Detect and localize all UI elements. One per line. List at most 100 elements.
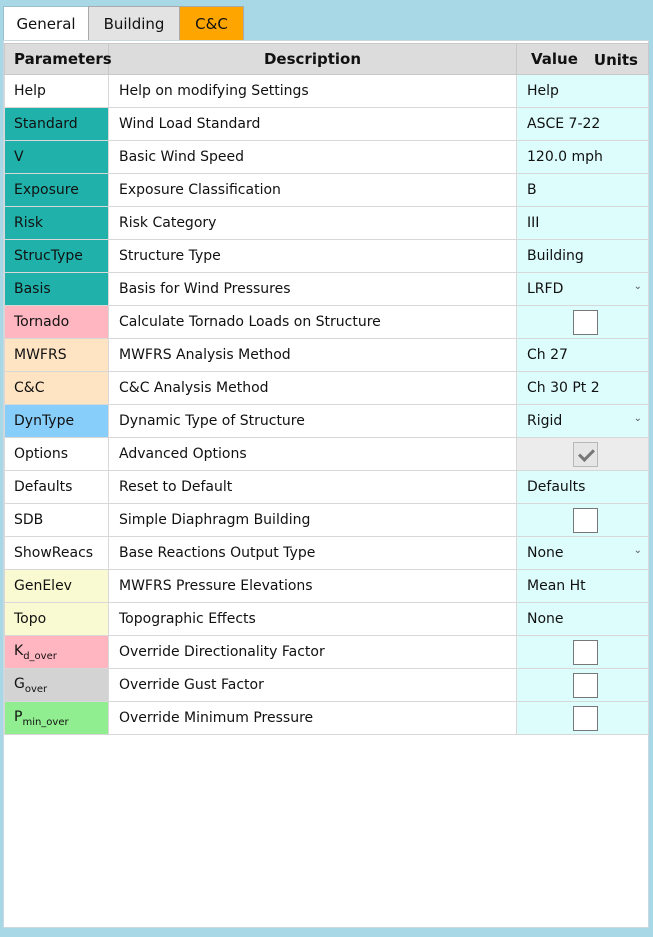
description-cell: Advanced Options [108, 437, 517, 471]
dyntype-value: Rigid [527, 413, 563, 429]
description-cell: Reset to Default [108, 470, 517, 504]
param-cell: C&C [4, 371, 109, 405]
row-defaults: Defaults Reset to Default Defaults [4, 470, 649, 504]
description-cell: Calculate Tornado Loads on Structure [108, 305, 517, 339]
risk-value[interactable]: III [516, 206, 649, 240]
topo-value[interactable]: None [516, 602, 649, 636]
description-cell: Base Reactions Output Type [108, 536, 517, 570]
kd-over-checkbox[interactable] [573, 639, 598, 665]
row-kd-over: Kd_over Override Directionality Factor [4, 635, 649, 669]
description-cell: Exposure Classification [108, 173, 517, 207]
row-mwfrs: MWFRS MWFRS Analysis Method Ch 27 [4, 338, 649, 372]
row-risk: Risk Risk Category III [4, 206, 649, 240]
row-exposure: Exposure Exposure Classification B [4, 173, 649, 207]
row-help: Help Help on modifying Settings Help [4, 74, 649, 108]
structype-value[interactable]: Building [516, 239, 649, 273]
header-description: Description [108, 43, 517, 75]
chevron-down-icon: ⌄ [633, 413, 642, 424]
description-cell: C&C Analysis Method [108, 371, 517, 405]
options-checkbox[interactable] [573, 441, 598, 467]
header-row: Parameters Description Value Units [4, 43, 649, 75]
param-subscript: over [24, 683, 48, 695]
param-cell: Tornado [4, 305, 109, 339]
kd-over-cell [516, 635, 649, 669]
param-cell: ShowReacs [4, 536, 109, 570]
description-cell: Simple Diaphragm Building [108, 503, 517, 537]
param-cell: Kd_over [4, 635, 109, 669]
basis-dropdown[interactable]: LRFD ⌄ [516, 272, 649, 306]
header-value-label: Value [531, 50, 578, 68]
settings-panel: Parameters Description Value Units Help H… [3, 40, 649, 928]
cc-value[interactable]: Ch 30 Pt 2 [516, 371, 649, 405]
row-tornado: Tornado Calculate Tornado Loads on Struc… [4, 305, 649, 339]
help-button[interactable]: Help [516, 74, 649, 108]
description-cell: MWFRS Pressure Elevations [108, 569, 517, 603]
settings-grid: Parameters Description Value Units Help H… [4, 43, 649, 735]
g-over-checkbox[interactable] [573, 672, 598, 698]
tab-cc[interactable]: C&C [179, 6, 244, 40]
param-cell: Risk [4, 206, 109, 240]
row-cc: C&C C&C Analysis Method Ch 30 Pt 2 [4, 371, 649, 405]
description-cell: Topographic Effects [108, 602, 517, 636]
param-cell: MWFRS [4, 338, 109, 372]
sdb-checkbox[interactable] [573, 507, 598, 533]
param-cell: DynType [4, 404, 109, 438]
row-basis: Basis Basis for Wind Pressures LRFD ⌄ [4, 272, 649, 306]
showreacs-value: None [527, 545, 564, 561]
description-cell: Override Directionality Factor [108, 635, 517, 669]
row-sdb: SDB Simple Diaphragm Building [4, 503, 649, 537]
chevron-down-icon: ⌄ [633, 281, 642, 292]
row-topo: Topo Topographic Effects None [4, 602, 649, 636]
tab-general[interactable]: General [3, 6, 89, 40]
sdb-cell [516, 503, 649, 537]
param-cell: Gover [4, 668, 109, 702]
showreacs-dropdown[interactable]: None ⌄ [516, 536, 649, 570]
param-cell: Topo [4, 602, 109, 636]
standard-value[interactable]: ASCE 7-22 [516, 107, 649, 141]
row-pmin-over: Pmin_over Override Minimum Pressure [4, 701, 649, 735]
tornado-cell [516, 305, 649, 339]
tornado-checkbox[interactable] [573, 309, 598, 335]
description-cell: Wind Load Standard [108, 107, 517, 141]
param-cell: Defaults [4, 470, 109, 504]
row-g-over: Gover Override Gust Factor [4, 668, 649, 702]
header-parameters: Parameters [4, 43, 112, 75]
pmin-over-checkbox[interactable] [573, 705, 598, 731]
row-v: V Basic Wind Speed 120.0 mph [4, 140, 649, 174]
basis-value: LRFD [527, 281, 564, 297]
description-cell: Dynamic Type of Structure [108, 404, 517, 438]
description-cell: Help on modifying Settings [108, 74, 517, 108]
row-standard: Standard Wind Load Standard ASCE 7-22 [4, 107, 649, 141]
param-cell: GenElev [4, 569, 109, 603]
tab-building[interactable]: Building [88, 6, 180, 40]
pmin-over-cell [516, 701, 649, 735]
dyntype-dropdown[interactable]: Rigid ⌄ [516, 404, 649, 438]
tab-bar: General Building C&C [3, 6, 244, 40]
param-cell: Standard [4, 107, 109, 141]
row-dyntype: DynType Dynamic Type of Structure Rigid ⌄ [4, 404, 649, 438]
mwfrs-value[interactable]: Ch 27 [516, 338, 649, 372]
param-main: K [14, 642, 24, 659]
param-cell: Options [4, 437, 109, 471]
param-subscript: d_over [23, 650, 57, 662]
description-cell: Override Minimum Pressure [108, 701, 517, 735]
description-cell: Structure Type [108, 239, 517, 273]
row-options: Options Advanced Options [4, 437, 649, 471]
param-cell: Basis [4, 272, 109, 306]
header-value: Value Units [516, 43, 649, 75]
param-cell: SDB [4, 503, 109, 537]
wind-speed-value[interactable]: 120.0 mph [516, 140, 649, 174]
description-cell: MWFRS Analysis Method [108, 338, 517, 372]
param-cell: StrucType [4, 239, 109, 273]
defaults-button[interactable]: Defaults [516, 470, 649, 504]
description-cell: Basis for Wind Pressures [108, 272, 517, 306]
description-cell: Override Gust Factor [108, 668, 517, 702]
description-cell: Risk Category [108, 206, 517, 240]
header-units: Units [593, 51, 638, 69]
row-structype: StrucType Structure Type Building [4, 239, 649, 273]
genelev-value[interactable]: Mean Ht [516, 569, 649, 603]
param-main: G [14, 675, 25, 692]
param-cell: Help [4, 74, 109, 108]
exposure-value[interactable]: B [516, 173, 649, 207]
row-showreacs: ShowReacs Base Reactions Output Type Non… [4, 536, 649, 570]
